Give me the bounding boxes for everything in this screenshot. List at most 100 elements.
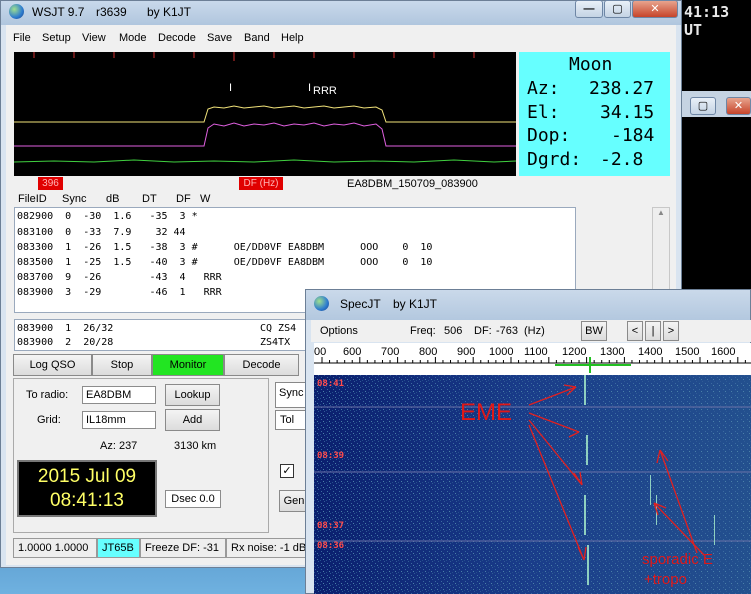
col-fileid: FileID (18, 193, 47, 205)
spectrum-ticks (33, 52, 475, 61)
sync-field[interactable]: Sync (275, 382, 307, 408)
station-distance: 3130 km (174, 440, 217, 452)
waterfall-timestamp: 08:37 (317, 521, 345, 531)
moon-dgrd-value: -2.8 (600, 149, 644, 170)
sync-marker-2: I (308, 82, 312, 94)
col-w: W (200, 193, 211, 205)
eme-annotation: EME (460, 399, 513, 426)
waterfall-timestamp: 08:41 (317, 379, 345, 389)
col-sync: Sync (62, 193, 87, 205)
scale-label: 1100 (524, 346, 548, 358)
dsec-display[interactable]: Dsec 0.0 (165, 490, 221, 508)
status-mode: JT65B (97, 538, 140, 558)
maximize-button[interactable]: ▢ (604, 0, 631, 18)
nav-center-button[interactable]: | (645, 321, 661, 341)
tol-field[interactable]: Tol (275, 410, 307, 430)
nav-left-button[interactable]: < (627, 321, 643, 341)
specjt-df-value: -763 (496, 325, 519, 337)
specjt-df-label: DF: (474, 325, 492, 337)
moon-panel: Moon Az: 238.27 El: 34.15 Dop: -184 Dgrd… (519, 52, 670, 176)
rrr-label: RRR (313, 85, 337, 97)
clock-time: 08:41:13 (50, 490, 124, 511)
scale-label: 800 (419, 346, 438, 358)
avg-line: 083900 1 26/32 (17, 323, 114, 334)
minimize-button[interactable]: — (575, 0, 603, 18)
scale-label: 1000 (489, 346, 514, 358)
col-db: dB (106, 193, 120, 205)
grid-input[interactable]: IL18mm (82, 411, 156, 429)
specjt-freq-label: Freq: (410, 325, 436, 337)
moon-el-value: 34.15 (600, 102, 655, 123)
main-revision: r3639 (96, 5, 127, 19)
specjt-author: by K1JT (393, 297, 438, 311)
avg-line: 083900 2 20/28 (17, 337, 114, 348)
scale-label: 1300 (600, 346, 625, 358)
waterfall-timestamp: 08:36 (317, 541, 345, 551)
decode-line: 083100 0 -33 7.9 32 44 (17, 227, 186, 238)
sporadic-e-annotation: sporadic E (642, 551, 713, 568)
tropo-annotation: +tropo (644, 571, 687, 588)
specjt-df-unit: (Hz) (524, 325, 545, 337)
frequency-scale[interactable]: 00 600 700 800 900 1000 1100 1200 1300 1… (314, 343, 751, 375)
main-title: WSJT 9.7 (32, 5, 85, 19)
globe-icon (9, 4, 24, 19)
nav-right-button[interactable]: > (663, 321, 679, 341)
scale-label: 700 (381, 346, 400, 358)
avg-message: ZS4TX (260, 337, 291, 348)
utc-clock: 2015 Jul 09 08:41:13 (17, 460, 157, 517)
menu-help[interactable]: Help (281, 32, 304, 44)
spectrum-plot (14, 52, 516, 163)
scale-label: 1400 (638, 346, 663, 358)
scale-label: 1500 (675, 346, 700, 358)
current-filename: EA8DBM_150709_083900 (347, 178, 478, 190)
scale-label: 1600 (711, 346, 736, 358)
menu-file[interactable]: File (13, 32, 31, 44)
stop-button[interactable]: Stop (92, 354, 152, 376)
decode-button[interactable]: Decode (224, 354, 299, 376)
log-qso-button[interactable]: Log QSO (13, 354, 92, 376)
main-author: by K1JT (147, 5, 192, 19)
menu-band[interactable]: Band (244, 32, 270, 44)
menu-view[interactable]: View (82, 32, 106, 44)
sync-range-markers (555, 357, 631, 373)
avg-message: CQ ZS4 (260, 323, 297, 334)
bw-button[interactable]: BW (581, 321, 607, 341)
waterfall-timestamp: 08:39 (317, 451, 345, 461)
bin-tag: 396 (38, 177, 63, 190)
scale-label: 1200 (562, 346, 587, 358)
status-rx-noise: Rx noise: -1 dB (226, 538, 308, 558)
specjt-title: SpecJT (340, 297, 381, 311)
scale-label: 900 (457, 346, 476, 358)
to-radio-label: To radio: (26, 389, 69, 401)
grid-label: Grid: (37, 414, 61, 426)
decode-line: 083300 1 -26 1.5 -38 3 # OE/DD0VF EA8DBM… (17, 242, 433, 253)
decode-line: 083500 1 -25 1.5 -40 3 # OE/DD0VF EA8DBM… (17, 257, 433, 268)
specjt-options-menu[interactable]: Options (320, 325, 358, 337)
scale-label: 600 (343, 346, 362, 358)
monitor-button[interactable]: Monitor (152, 354, 224, 376)
yellow-trace (14, 105, 516, 123)
moon-dop-value: -184 (611, 125, 655, 146)
decode-line: 083700 9 -26 -43 4 RRR (17, 272, 222, 283)
add-button[interactable]: Add (165, 409, 220, 431)
status-freeze: Freeze DF: -31 (140, 538, 226, 558)
col-df: DF (176, 193, 191, 205)
status-ratio: 1.0000 1.0000 (13, 538, 97, 558)
scroll-up-arrow-icon[interactable]: ▲ (653, 208, 669, 224)
menu-save[interactable]: Save (207, 32, 232, 44)
col-dt: DT (142, 193, 157, 205)
checkbox-checked[interactable]: ✓ (280, 464, 294, 478)
specjt-waterfall[interactable]: 08:41 08:39 08:37 08:36 EME sporadic E +… (314, 375, 751, 594)
scale-label: 00 (314, 346, 327, 358)
lookup-button[interactable]: Lookup (165, 384, 220, 406)
to-radio-input[interactable]: EA8DBM (82, 386, 156, 404)
spectrum-display[interactable] (14, 52, 516, 176)
magenta-trace (14, 122, 516, 147)
df-tag: DF (Hz) (239, 177, 283, 190)
menu-mode[interactable]: Mode (119, 32, 147, 44)
close-button[interactable]: ✕ (632, 0, 678, 18)
menu-setup[interactable]: Setup (42, 32, 71, 44)
menu-decode[interactable]: Decode (158, 32, 196, 44)
station-azimuth: Az: 237 (100, 440, 138, 452)
sync-marker-1: I (229, 82, 233, 94)
